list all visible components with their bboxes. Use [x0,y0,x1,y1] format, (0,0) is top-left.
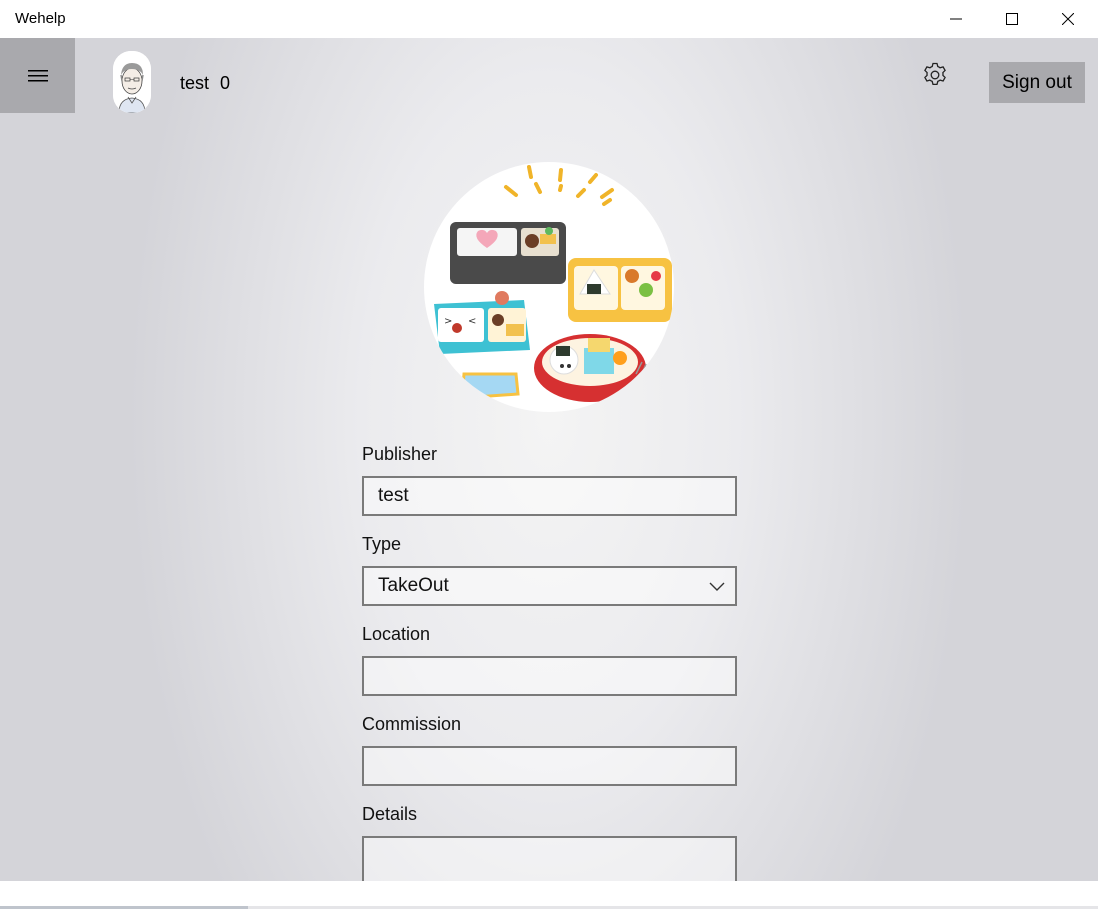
location-label: Location [362,624,431,644]
chevron-down-icon [709,582,725,591]
maximize-button[interactable] [989,0,1035,38]
bento-illustration: > < [424,162,674,412]
window-title: Wehelp [15,10,66,27]
sign-out-button[interactable]: Sign out [989,62,1085,103]
type-select[interactable]: TakeOut [362,566,737,606]
type-label: Type [362,534,402,554]
bento-boxes-image: > < [434,165,672,402]
details-textarea[interactable] [362,836,737,881]
close-button[interactable] [1045,0,1091,38]
app-content: test 0 Sign out > < Publisher test Type … [0,38,1098,881]
publisher-label: Publisher [362,444,438,464]
hamburger-menu-button[interactable] [0,38,75,113]
publisher-input[interactable] [362,476,737,516]
gear-icon [924,62,946,86]
user-count: 0 [220,73,231,93]
hamburger-icon [27,69,48,81]
bottom-strip [0,881,1098,909]
type-selected-value: TakeOut [378,575,449,596]
maximize-icon [1006,13,1018,25]
details-label: Details [362,804,418,824]
location-input[interactable] [362,656,737,696]
close-icon [1062,13,1074,25]
commission-label: Commission [362,714,462,734]
avatar[interactable] [113,51,151,113]
svg-text:>: > [444,316,452,327]
settings-button[interactable] [919,59,951,91]
user-name: test [180,73,210,93]
commission-input[interactable] [362,746,737,786]
minimize-icon [950,18,962,20]
user-portrait-icon [113,51,151,113]
svg-text:<: < [468,316,476,327]
title-bar: Wehelp [0,0,1098,38]
minimize-button[interactable] [933,0,979,38]
